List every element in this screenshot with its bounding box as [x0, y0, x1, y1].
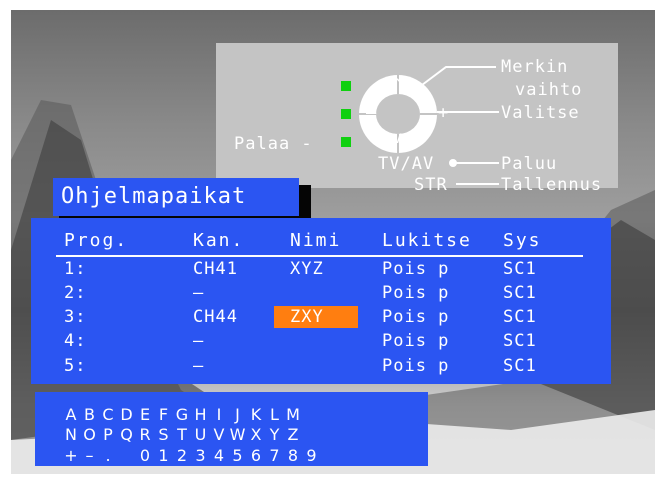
char-key[interactable]: X	[248, 426, 264, 444]
help-str-label: STR	[414, 175, 448, 195]
row-lock[interactable]: Pois p	[382, 282, 449, 304]
help-select-label: Valitse	[501, 103, 580, 123]
character-picker: A B C D E F G H I J K L M N O P Q R S T U V W X Y Z + –. 0 1 2 3 4 5 6 7 8 9	[35, 392, 428, 466]
row-sys[interactable]: SC1	[503, 306, 537, 328]
char-key[interactable]: T	[174, 426, 190, 444]
row-prog: 3:	[64, 307, 87, 327]
col-header-sys: Sys	[503, 230, 542, 251]
row-sys[interactable]: SC1	[503, 355, 537, 377]
row-lock[interactable]: Pois p	[382, 258, 449, 280]
char-key[interactable]: N	[63, 426, 79, 444]
program-table: Prog. Kan. Nimi Lukitse Sys 1: CH41 XYZ …	[31, 218, 611, 384]
row-prog: 1:	[64, 259, 87, 279]
char-key[interactable]: P	[100, 426, 116, 444]
char-key[interactable]: R	[137, 426, 153, 444]
char-key[interactable]: A	[63, 406, 79, 424]
remote-help-panel: ^ v – + Merkin vaihto Valitse Palaa - TV…	[216, 43, 618, 194]
row-name-highlighted[interactable]: ZXY	[274, 306, 358, 328]
char-key[interactable]: 6	[248, 447, 264, 465]
col-header-lukitse: Lukitse	[382, 230, 472, 251]
char-key[interactable]: 5	[230, 447, 246, 465]
char-key[interactable]: G	[174, 406, 190, 424]
row-sys[interactable]: SC1	[503, 330, 537, 352]
char-key[interactable]: Z	[285, 426, 301, 444]
row-name[interactable]: XYZ	[290, 258, 324, 280]
char-key[interactable]: B	[82, 406, 98, 424]
row-sys[interactable]: SC1	[503, 258, 537, 280]
help-change-char-label-1: Merkin	[501, 57, 569, 77]
char-key[interactable]: –	[82, 447, 98, 465]
help-store-label: Tallennus	[501, 175, 603, 195]
row-channel: CH41	[193, 259, 238, 279]
page-title: Ohjelmapaikat	[53, 178, 299, 216]
char-key[interactable]: 1	[156, 447, 172, 465]
row-channel: CH44	[193, 307, 238, 327]
row-channel: –	[193, 283, 205, 303]
nav-plus-icon: +	[438, 103, 450, 123]
char-key[interactable]: W	[230, 426, 246, 444]
char-key[interactable]: Q	[119, 426, 135, 444]
char-key[interactable]: L	[267, 406, 283, 424]
char-key[interactable]: 3	[193, 447, 209, 465]
char-key[interactable]: J	[230, 406, 246, 424]
char-key[interactable]: K	[248, 406, 264, 424]
row-prog: 5:	[64, 356, 87, 376]
char-key[interactable]: 8	[285, 447, 301, 465]
header-divider	[56, 255, 583, 257]
row-prog: 2:	[64, 283, 87, 303]
char-key[interactable]: F	[156, 406, 172, 424]
char-key[interactable]: 9	[304, 447, 320, 465]
char-key[interactable]: S	[156, 426, 172, 444]
col-header-prog: Prog.	[64, 230, 129, 251]
char-key[interactable]: 2	[174, 447, 190, 465]
char-key[interactable]: 0	[137, 447, 153, 465]
char-key[interactable]: Y	[267, 426, 283, 444]
char-key[interactable]: M	[285, 406, 301, 424]
row-sys[interactable]: SC1	[503, 282, 537, 304]
char-key[interactable]: 7	[267, 447, 283, 465]
col-header-kan: Kan.	[193, 230, 245, 251]
nav-up-arrow-icon: ^	[392, 76, 404, 96]
char-key[interactable]: U	[193, 426, 209, 444]
char-key[interactable]: O	[82, 426, 98, 444]
help-return-label: Paluu	[501, 154, 558, 174]
help-back-label: Palaa -	[234, 134, 313, 154]
char-key[interactable]: E	[137, 406, 153, 424]
char-key[interactable]: 4	[211, 447, 227, 465]
row-lock[interactable]: Pois p	[382, 330, 449, 352]
nav-down-arrow-icon: v	[392, 128, 404, 148]
char-key[interactable]: V	[211, 426, 227, 444]
char-key[interactable]: C	[100, 406, 116, 424]
row-lock[interactable]: Pois p	[382, 355, 449, 377]
row-channel: –	[193, 331, 205, 351]
help-tvav-label: TV/AV	[378, 154, 435, 174]
char-key[interactable]: +	[63, 447, 79, 465]
char-key[interactable]: H	[193, 406, 209, 424]
row-lock[interactable]: Pois p	[382, 306, 449, 328]
char-key[interactable]: .	[100, 447, 116, 465]
col-header-nimi: Nimi	[290, 230, 342, 251]
help-change-char-label-2: vaihto	[515, 80, 583, 100]
char-key[interactable]: I	[211, 406, 227, 424]
row-prog: 4:	[64, 331, 87, 351]
nav-minus-icon: –	[366, 103, 378, 123]
row-channel: –	[193, 356, 205, 376]
char-key[interactable]: D	[119, 406, 135, 424]
